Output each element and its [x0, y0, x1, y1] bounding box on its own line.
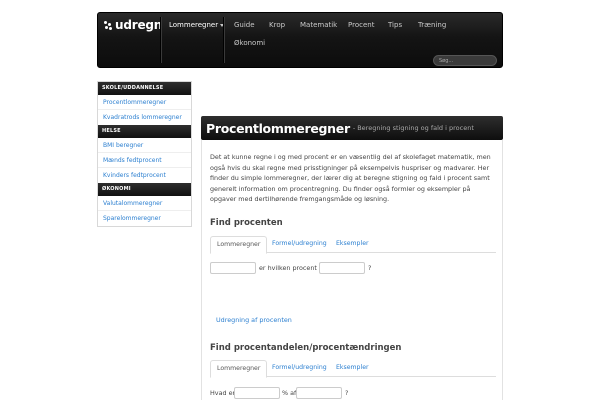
calculation-link[interactable]: Udregning af procenten: [216, 316, 292, 324]
form-text: % af: [282, 389, 297, 397]
nav-item-krop[interactable]: Krop: [269, 18, 285, 32]
search-input[interactable]: [433, 55, 497, 66]
sidebar-heading-skole: SKOLE/UDDANNELSE: [98, 82, 191, 95]
nav-item-guide[interactable]: Guide: [234, 18, 255, 32]
sidebar-item-maends-fedtprocent[interactable]: Mænds fedtprocent: [98, 153, 191, 168]
section-title-find-procentandelen: Find procentandelen/procentændringen: [210, 343, 402, 353]
nav-item-oekonomi[interactable]: Økonomi: [234, 36, 265, 50]
tab-eksempler[interactable]: Eksempler: [330, 360, 375, 377]
sidebar-item-sparelommeregner[interactable]: Sparelommeregner: [98, 211, 191, 226]
tab-lommeregner[interactable]: Lommeregner: [210, 360, 268, 378]
sidebar-item-bmi-beregner[interactable]: BMI beregner: [98, 138, 191, 153]
tab-bar: Lommeregner Formel/udregning Eksempler: [210, 236, 496, 254]
question-mark: ?: [345, 389, 349, 397]
nav-item-lommeregner[interactable]: Lommeregner: [169, 18, 225, 32]
page-title: Procentlommeregner: [206, 120, 350, 136]
tab-formel-udregning[interactable]: Formel/udregning: [266, 236, 333, 253]
main-content: Det at kunne regne i og med procent er e…: [201, 140, 503, 400]
value-input[interactable]: [210, 262, 256, 274]
tab-lommeregner[interactable]: Lommeregner: [210, 236, 268, 254]
page-subtitle: - Beregning stigning og fald i procent: [352, 124, 474, 132]
sidebar-heading-oekonomi: ØKONOMI: [98, 183, 191, 196]
percent-input[interactable]: [234, 387, 280, 399]
sidebar-item-kvadratrods-lommeregner[interactable]: Kvadratrods lommeregner: [98, 110, 191, 125]
nav-divider: [160, 17, 161, 63]
tab-formel-udregning[interactable]: Formel/udregning: [266, 360, 333, 377]
question-mark: ?: [368, 264, 372, 272]
page-title-bar: Procentlommeregner - Beregning stigning …: [201, 116, 503, 140]
nav-item-label: Lommeregner: [169, 21, 219, 29]
form-text: er hvilken procent af: [259, 264, 326, 272]
nav-item-procent[interactable]: Procent: [348, 18, 374, 32]
logo-icon: [104, 20, 112, 30]
sidebar-item-procentlommeregner[interactable]: Procentlommeregner: [98, 95, 191, 110]
brand-name: udregn: [115, 18, 163, 32]
nav-item-tips[interactable]: Tips: [388, 18, 402, 32]
sidebar-item-valutalommeregner[interactable]: Valutalommeregner: [98, 196, 191, 211]
form-text: Hvad er: [210, 389, 236, 397]
section-title-find-procenten: Find procenten: [210, 218, 283, 228]
sidebar-heading-helse: HELSE: [98, 125, 191, 138]
tab-eksempler[interactable]: Eksempler: [330, 236, 375, 253]
nav-item-matematik[interactable]: Matematik: [300, 18, 337, 32]
sidebar-item-kvinders-fedtprocent[interactable]: Kvinders fedtprocent: [98, 168, 191, 183]
total-input[interactable]: [319, 262, 365, 274]
nav-item-traening[interactable]: Træning: [418, 18, 446, 32]
brand-logo[interactable]: udregn: [104, 17, 162, 33]
base-value-input[interactable]: [296, 387, 342, 399]
top-navbar: udregn Lommeregner Guide Krop Matematik …: [97, 12, 503, 68]
sidebar: SKOLE/UDDANNELSE Procentlommeregner Kvad…: [97, 81, 192, 227]
intro-paragraph: Det at kunne regne i og med procent er e…: [210, 153, 491, 203]
nav-divider: [223, 17, 224, 63]
tab-bar: Lommeregner Formel/udregning Eksempler: [210, 360, 496, 378]
